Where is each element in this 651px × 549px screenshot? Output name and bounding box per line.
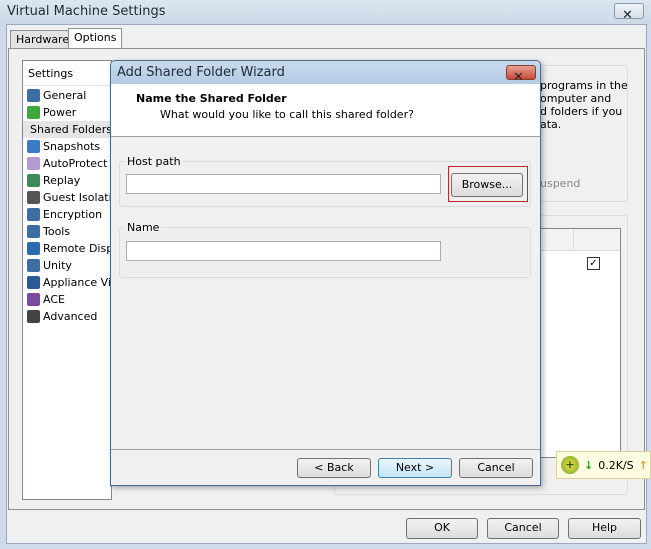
description-line: d folders if you [540, 105, 623, 118]
settings-item-snapshots[interactable]: Snapshots [27, 138, 100, 155]
encryption-icon [27, 208, 40, 221]
settings-item-unity[interactable]: Unity [27, 257, 72, 274]
ace-icon [27, 293, 40, 306]
wizard-title-bar: Add Shared Folder Wizard ✕ [111, 61, 540, 85]
plus-icon: + [561, 456, 579, 474]
advanced-icon [27, 310, 40, 323]
add-shared-folder-wizard: Add Shared Folder Wizard ✕ Name the Shar… [110, 60, 541, 486]
power-icon [27, 106, 40, 119]
close-icon: ✕ [622, 8, 633, 23]
autoprotect-icon [27, 157, 40, 170]
close-icon: ✕ [513, 70, 524, 85]
settings-item-label: ACE [43, 293, 65, 306]
close-button[interactable]: ✕ [614, 3, 644, 23]
name-input[interactable] [126, 241, 441, 261]
tab-options[interactable]: Options [68, 28, 123, 49]
lock-icon [27, 191, 40, 204]
enabled-checkbox[interactable]: ✓ [587, 257, 600, 270]
settings-item-shared-folders[interactable]: Shared Folders [23, 121, 112, 138]
settings-item-encryption[interactable]: Encryption [27, 206, 102, 223]
settings-item-label: Unity [43, 259, 72, 272]
wizard-subheading: What would you like to call this shared … [160, 108, 414, 121]
settings-item-label: Snapshots [43, 140, 101, 153]
unity-icon [27, 259, 40, 272]
settings-item-power[interactable]: Power [27, 104, 76, 121]
next-button[interactable]: Next > [378, 458, 452, 478]
host-path-label: Host path [125, 155, 183, 168]
general-icon [27, 89, 40, 102]
suspend-option[interactable]: uspend [540, 177, 580, 190]
folders-table: ✓ [535, 228, 621, 458]
settings-item-label: Tools [43, 225, 71, 238]
speed-readout: 0.2K/S [598, 458, 634, 472]
title-bar: Virtual Machine Settings ✕ [0, 0, 651, 24]
wizard-cancel-button[interactable]: Cancel [459, 458, 533, 478]
settings-header: Settings [28, 67, 74, 80]
wizard-close-button[interactable]: ✕ [506, 65, 536, 85]
remote-display-icon [27, 242, 40, 255]
tools-icon [27, 225, 40, 238]
wizard-heading: Name the Shared Folder [136, 92, 287, 105]
description-line: omputer and [540, 92, 612, 105]
network-speed-widget[interactable]: + ↓ 0.2K/S ↑ [556, 451, 651, 479]
download-arrow-icon: ↓ [584, 458, 594, 472]
snapshots-icon [27, 140, 40, 153]
settings-item-tools[interactable]: Tools [27, 223, 70, 240]
settings-item-general[interactable]: General [27, 87, 86, 104]
browse-button[interactable]: Browse... [451, 173, 523, 197]
back-button[interactable]: < Back [297, 458, 371, 478]
settings-item-advanced[interactable]: Advanced [27, 308, 97, 325]
window-title: Virtual Machine Settings [7, 4, 166, 19]
settings-item-label: AutoProtect [43, 157, 108, 170]
settings-item-label: General [43, 89, 87, 102]
settings-item-label: Advanced [43, 310, 98, 323]
options-group: programs in the omputer and d folders if… [530, 65, 628, 202]
wizard-title: Add Shared Folder Wizard [117, 65, 285, 80]
settings-item-label: Replay [43, 174, 81, 187]
settings-item-ace[interactable]: ACE [27, 291, 65, 308]
settings-item-autoprotect[interactable]: AutoProtect [27, 155, 107, 172]
cancel-button[interactable]: Cancel [487, 518, 559, 539]
upload-arrow-icon: ↑ [638, 458, 648, 472]
description-line: ata. [540, 118, 562, 131]
host-path-input[interactable] [126, 174, 441, 194]
settings-list: Settings General Power Shared Folders Snaps… [22, 60, 130, 500]
name-label: Name [125, 221, 162, 234]
settings-item-label: Power [43, 106, 77, 119]
replay-icon [27, 174, 40, 187]
help-button[interactable]: Help [568, 518, 641, 539]
tab-hardware[interactable]: Hardware [10, 30, 76, 49]
settings-item-label: Encryption [43, 208, 103, 221]
appliance-icon [27, 276, 40, 289]
description-line: programs in the [540, 79, 628, 92]
ok-button[interactable]: OK [406, 518, 478, 539]
settings-item-label: Shared Folders [30, 123, 112, 136]
settings-item-replay[interactable]: Replay [27, 172, 80, 189]
